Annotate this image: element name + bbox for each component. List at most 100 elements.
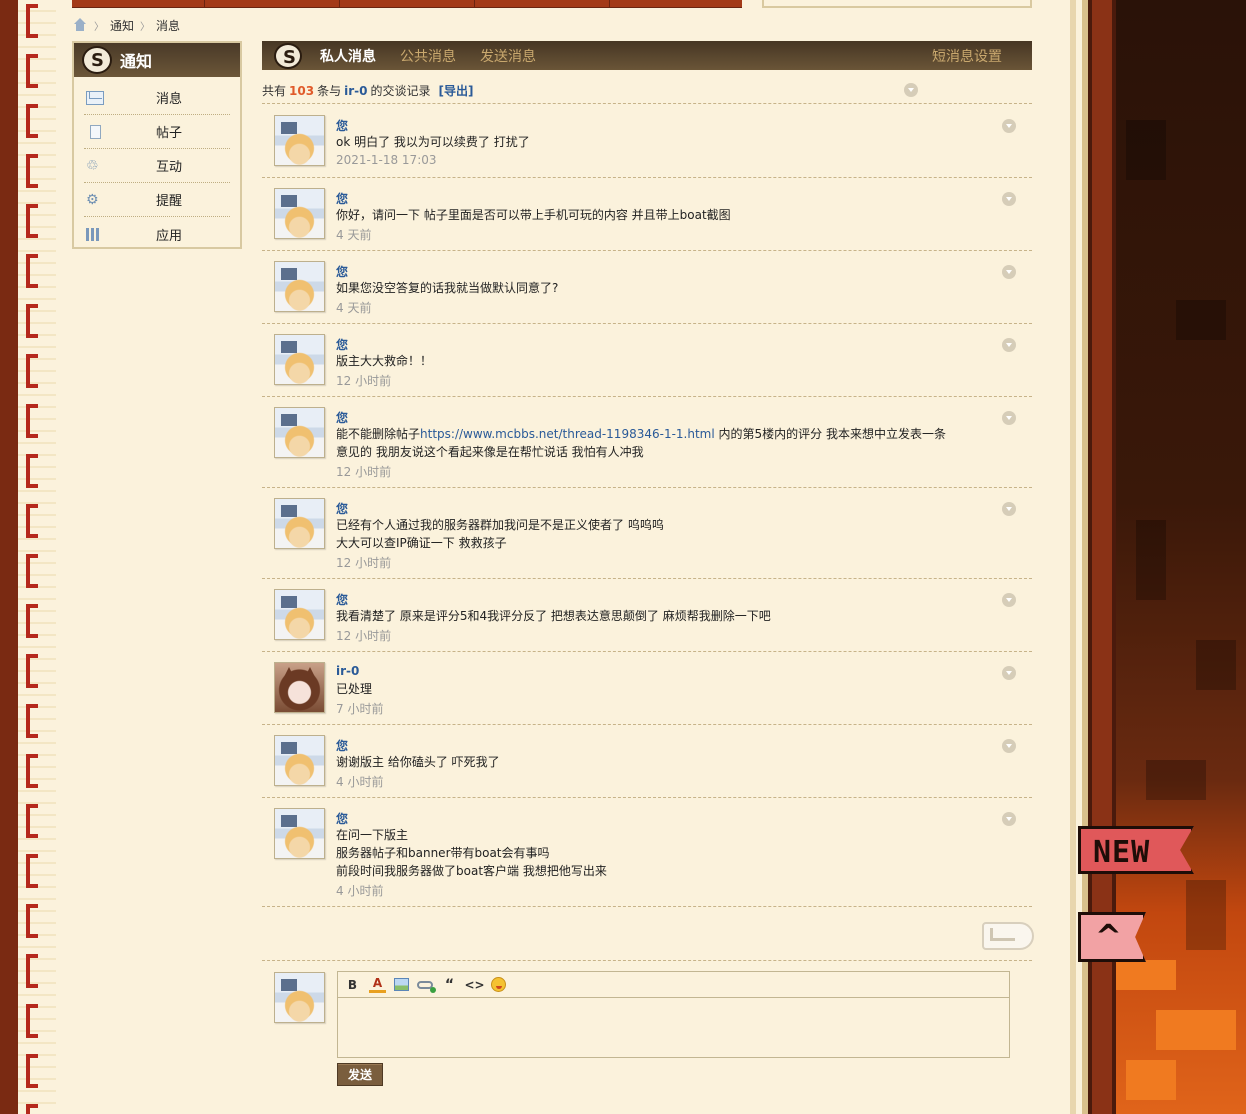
top-search-box[interactable] [762,0,1032,8]
chevron-right-icon: 〉 [94,21,104,33]
new-flag-label: NEW [1093,835,1151,870]
border-bracket-decor [26,604,38,638]
chevron-down-icon[interactable] [1002,666,1016,680]
message-author[interactable]: 您 [336,591,348,608]
reply-arrow-icon[interactable] [982,918,1034,950]
new-flag[interactable]: NEW [1078,826,1194,874]
code-icon[interactable]: <> [464,976,484,993]
mail-icon [86,90,104,105]
sidebar-item-label: 互动 [156,160,183,175]
message-author[interactable]: 您 [336,409,348,426]
message-body: 在问一下版主 服务器帖子和banner带有boat会有事吗 前段时间我服务器做了… [336,826,607,880]
pixel-block-decor [1186,880,1226,950]
message-body: 我看清楚了 原来是评分5和4我评分反了 把想表达意思颠倒了 麻烦帮我删除一下吧 [336,607,771,625]
message-item: 您 你好，请问一下 帖子里面是否可以带上手机可玩的内容 并且带上boat截图 4… [262,178,1032,251]
sidebar-item-threads[interactable]: 帖子 [84,115,230,149]
border-bracket-decor [26,204,38,238]
border-bracket-decor [26,54,38,88]
lava-decor [1116,960,1176,990]
message-line: 你好，请问一下 帖子里面是否可以带上手机可玩的内容 并且带上boat截图 [336,208,731,222]
tab-private-messages[interactable]: 私人消息 [320,46,376,66]
tab-public-messages[interactable]: 公共消息 [400,46,456,66]
breadcrumb-item-notice[interactable]: 通知 [110,17,134,34]
avatar[interactable] [274,662,325,713]
border-bracket-decor [26,1054,38,1088]
home-icon[interactable] [72,18,88,32]
message-time: 12 小时前 [336,556,392,570]
chevron-down-icon[interactable] [1002,119,1016,133]
message-author[interactable]: 您 [336,117,348,134]
chevron-down-icon[interactable] [1002,502,1016,516]
border-bracket-decor [26,104,38,138]
breadcrumb: 〉 通知 〉 消息 [72,16,180,34]
message-author[interactable]: 您 [336,500,348,517]
message-line: 已经有个人通过我的服务器群加我问是不是正义使者了 呜呜呜 [336,518,664,532]
message-item: 您 如果您没空答复的话我就当做默认同意了? 4 天前 [262,251,1032,324]
message-body: 如果您没空答复的话我就当做默认同意了? [336,279,558,297]
font-color-icon[interactable]: A [369,976,386,993]
sidebar-item-label: 帖子 [156,126,183,141]
avatar[interactable] [274,334,325,385]
border-bracket-decor [26,404,38,438]
sidebar-item-label: 提醒 [156,194,183,209]
message-author[interactable]: 您 [336,263,348,280]
message-author[interactable]: 您 [336,190,348,207]
bold-icon[interactable]: B [344,976,361,993]
chevron-down-icon[interactable] [1002,812,1016,826]
avatar[interactable] [274,808,325,859]
message-textarea[interactable] [338,998,1009,1057]
sidebar-item-messages[interactable]: 消息 [84,81,230,115]
message-body: ok 明白了 我以为可以续费了 打扰了 [336,133,530,151]
chevron-down-icon[interactable] [1002,192,1016,206]
message-author[interactable]: ir-0 [336,664,359,678]
link-icon[interactable] [417,980,436,993]
top-nav-bar [72,0,742,8]
message-item: 您 ok 明白了 我以为可以续费了 打扰了 2021-1-18 17:03 [262,105,1032,178]
avatar[interactable] [274,188,325,239]
left-border-pattern [18,0,56,1114]
message-author[interactable]: 您 [336,737,348,754]
send-button[interactable]: 发送 [337,1063,383,1086]
border-bracket-decor [26,1004,38,1038]
border-bracket-decor [26,804,38,838]
message-line: 已处理 [336,682,373,696]
message-time: 4 天前 [336,301,372,315]
chevron-down-icon[interactable] [1002,739,1016,753]
message-item: 您 能不能删除帖子https://www.mcbbs.net/thread-11… [262,397,1032,488]
export-link[interactable]: [导出] [438,82,473,99]
border-bracket-decor [26,754,38,788]
message-time: 12 小时前 [336,374,392,388]
avatar[interactable] [274,261,325,312]
smiley-icon[interactable] [491,977,506,992]
avatar[interactable] [274,115,325,166]
message-settings-link[interactable]: 短消息设置 [932,46,1002,66]
message-item: 您 版主大大救命！！ 12 小时前 [262,324,1032,397]
avatar[interactable] [274,498,325,549]
chevron-down-icon[interactable] [1002,338,1016,352]
avatar[interactable] [274,407,325,458]
avatar[interactable] [274,589,325,640]
message-item: 您 已经有个人通过我的服务器群加我问是不是正义使者了 呜呜呜 大大可以查IP确证… [262,488,1032,579]
message-author[interactable]: 您 [336,336,348,353]
image-icon[interactable] [394,978,409,991]
message-line: 谢谢版主 给你磕头了 吓死我了 [336,755,500,769]
chevron-down-icon[interactable] [1002,593,1016,607]
site-logo-icon [82,46,112,74]
tab-send-message[interactable]: 发送消息 [480,46,536,66]
chevron-down-icon[interactable] [904,83,918,97]
sidebar-item-interactions[interactable]: ♲ 互动 [84,149,230,183]
sidebar-item-reminders[interactable]: ⚙ 提醒 [84,183,230,217]
message-author[interactable]: 您 [336,810,348,827]
thread-link[interactable]: https://www.mcbbs.net/thread-1198346-1-1… [420,427,715,441]
avatar[interactable] [274,735,325,786]
message-text: 能不能删除帖子 [336,427,421,441]
message-time: 12 小时前 [336,629,392,643]
chevron-down-icon[interactable] [1002,411,1016,425]
chevron-down-icon[interactable] [1002,265,1016,279]
avatar [274,972,325,1023]
sidebar-item-apps[interactable]: 应用 [84,217,230,251]
quote-icon[interactable]: “ [441,976,458,993]
document-icon [90,124,101,139]
notice-sidebar: 通知 消息 帖子 ♲ 互动 ⚙ 提醒 应用 [72,41,242,249]
summary-peer-link[interactable]: ir-0 [344,84,367,98]
